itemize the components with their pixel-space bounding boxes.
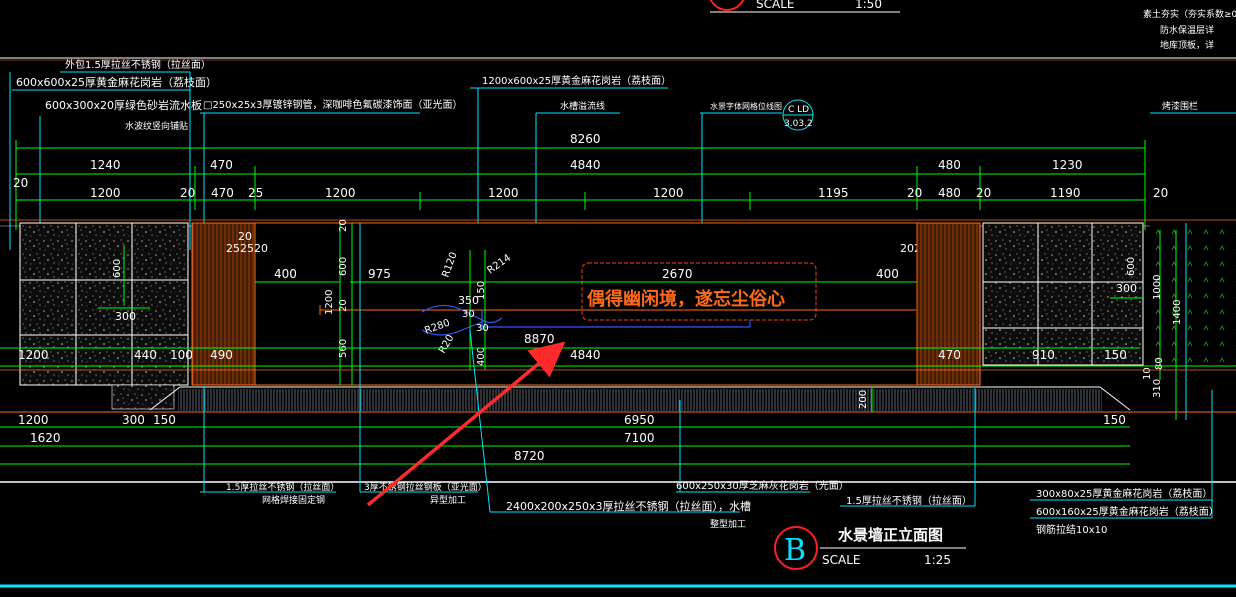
dim-150: 150 [476, 281, 487, 300]
dim-mid-1: 1200 [18, 348, 49, 362]
dim-basin-200: 200 [858, 390, 869, 409]
title-scale-value: 1:25 [924, 553, 951, 567]
dim-right-1000: 1000 [1152, 275, 1163, 300]
dim-r2-2: 470 [210, 158, 233, 172]
dim-inner-25b: 25 [240, 242, 254, 255]
top-scale-label: SCALE [756, 0, 794, 11]
dim-b1-4: 6950 [624, 413, 655, 427]
dim-r3-5: 25 [248, 186, 263, 200]
dim-v-600-stone: 600 [112, 259, 123, 278]
water-sheet [178, 389, 1102, 411]
dim-30b: 30 [476, 323, 489, 334]
dim-v-20a: 20 [338, 219, 349, 232]
detail-ref-sheet: 3.03.2 [784, 119, 813, 129]
dim-b2-2: 7100 [624, 431, 655, 445]
bottom-callout-8: 钢筋拉结10x10 [1036, 523, 1107, 536]
dim-mid-7: 910 [1032, 348, 1055, 362]
dim-r3-7: 1200 [488, 186, 519, 200]
dim-mid-8: 150 [1104, 348, 1127, 362]
detail-ref-code: C LD [788, 105, 809, 115]
dim-mid-5: 4840 [570, 348, 601, 362]
callout-stainless-wrap: 外包1.5厚拉丝不锈钢（拉丝面） [65, 58, 211, 71]
dim-r3-12: 20 [976, 186, 991, 200]
dim-r3-13: 1190 [1050, 186, 1081, 200]
callout-rail: 烤漆围栏 [1162, 100, 1198, 112]
dim-inner-975: 975 [368, 267, 391, 281]
dim-r3-9: 1195 [818, 186, 849, 200]
callout-granite-1200: 1200x600x25厚黄金麻花岗岩（荔枝面） [482, 74, 671, 87]
top-right-note-3: 地库顶板，详 [1160, 39, 1214, 51]
bottom-callout-1: 1.5厚拉丝不锈钢（拉丝面） [226, 481, 339, 493]
dim-r3-6: 1200 [325, 186, 356, 200]
callout-steel-tube: □250x25x3厚镀锌钢管，深咖啡色氟碳漆饰面（亚光面） [203, 98, 462, 111]
dim-8870: 8870 [524, 332, 555, 346]
bottom-callout-1b: 网格焊接固定钢 [262, 494, 325, 506]
dim-r3-14: 20 [1153, 186, 1168, 200]
title-badge-letter: B [784, 533, 806, 568]
dim-v-1200: 1200 [324, 290, 335, 315]
cad-drawing-canvas[interactable]: SCALE 1:50 素土夯实（夯实系数≥0.93 防水保温层详 地库顶板，详 … [0, 0, 1236, 597]
dim-mid-4: 490 [210, 348, 233, 362]
dim-r3-2: 1200 [90, 186, 121, 200]
dim-r3-10: 20 [907, 186, 922, 200]
callout-sandstone: 600x300x20厚绿色砂岩流水板 [45, 98, 202, 112]
title-name: 水景墙正立面图 [838, 526, 943, 544]
dim-b1-5: 150 [1103, 413, 1126, 427]
title-scale-label: SCALE [822, 553, 860, 567]
dimension-lines [15, 140, 1146, 230]
dim-r2-1: 1240 [90, 158, 121, 172]
dim-r2-3: 4840 [570, 158, 601, 172]
dim-mid-3: 100 [170, 348, 193, 362]
dim-right-80: 80 [1154, 357, 1165, 370]
dim-b1-3: 150 [153, 413, 176, 427]
dim-mid-6: 470 [938, 348, 961, 362]
dim-inscription: 2670 [662, 267, 693, 281]
top-scale-value: 1:50 [855, 0, 882, 11]
dim-400: 400 [476, 347, 487, 366]
dim-overall: 8260 [570, 132, 601, 146]
bottom-callout-3b: 整型加工 [710, 518, 746, 530]
callout-ripple: 水波纹竖向铺贴 [125, 120, 188, 132]
top-right-note-2: 防水保温层详 [1160, 24, 1214, 36]
dim-b1-2: 300 [122, 413, 145, 427]
top-right-note-1: 素土夯实（夯实系数≥0.93 [1143, 8, 1236, 20]
wall-inscription: 偶得幽闲境，遂忘尘俗心 [587, 288, 785, 310]
dim-r2-5: 1230 [1052, 158, 1083, 172]
top-title-badge [709, 0, 745, 11]
callout-font-grid: 水景字体网格位线图 [710, 101, 782, 111]
dim-v-20b: 20 [338, 299, 349, 312]
dim-b2-1: 1620 [30, 431, 61, 445]
dim-right-300: 300 [1116, 282, 1137, 295]
dim-inner-400-left: 400 [274, 267, 297, 281]
dim-b3-1: 8720 [514, 449, 545, 463]
dim-right-600: 600 [1126, 257, 1137, 276]
callout-water-line: 水槽溢流线 [560, 100, 605, 112]
dim-30a: 30 [462, 309, 475, 320]
dim-r3-8: 1200 [653, 186, 684, 200]
bottom-callout-6: 300x80x25厚黄金麻花岗岩（荔枝面） [1036, 487, 1212, 500]
dim-inner-25a: 25 [226, 242, 240, 255]
dim-inner-400-right: 400 [876, 267, 899, 281]
dim-stone-300: 300 [115, 310, 136, 323]
dim-r3-4: 470 [211, 186, 234, 200]
dim-r3-3: 20 [180, 186, 195, 200]
bottom-callout-2b: 异型加工 [430, 495, 466, 506]
callout-granite-600: 600x600x25厚黄金麻花岗岩（荔枝面） [16, 75, 217, 89]
dim-inner-20b: 20 [254, 242, 268, 255]
dim-right-310: 310 [1152, 379, 1163, 398]
dim-right-1400: 1400 [1172, 300, 1183, 325]
bottom-callout-3: 2400x200x250x3厚拉丝不锈钢（拉丝面），水槽 [506, 499, 751, 513]
dim-v-600: 600 [338, 257, 349, 276]
bottom-callout-4: 600x250x30厚芝麻灰花岗岩（光面） [676, 479, 849, 492]
dim-mid-2: 440 [134, 348, 157, 362]
dim-b1-1: 1200 [18, 413, 49, 427]
bottom-callout-7: 600x160x25厚黄金麻花岗岩（荔枝面） [1036, 505, 1219, 518]
dim-right-10: 10 [1142, 367, 1153, 380]
dim-r3-11: 480 [938, 186, 961, 200]
bottom-callout-5: 1.5厚拉丝不锈钢（拉丝面） [846, 494, 972, 507]
dim-r2-4: 480 [938, 158, 961, 172]
dim-r3-1: 20 [13, 176, 28, 190]
